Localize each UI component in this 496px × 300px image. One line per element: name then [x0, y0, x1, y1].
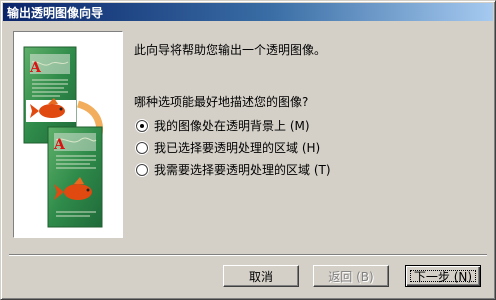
front-page-icon: A — [47, 126, 103, 228]
option-area-selected[interactable]: 我已选择要透明处理的区域 (H) — [136, 139, 320, 156]
back-page-letter: A — [29, 60, 42, 76]
window-title: 输出透明图像向导 — [7, 5, 104, 20]
goldfish-icon-back — [26, 98, 76, 122]
wizard-content: A A 此向导将帮助您输出一个透明图像。 哪种选项能最好地描述您的图像? 我的图… — [3, 21, 493, 255]
front-page-letter: A — [53, 137, 66, 153]
cancel-button[interactable]: 取消 — [223, 265, 299, 287]
transparency-illustration-graphic: A A — [23, 46, 103, 228]
option-label: 我需要选择要透明处理的区域 (T) — [154, 163, 331, 177]
separator — [9, 254, 487, 256]
radio-button[interactable] — [136, 141, 148, 154]
radio-button[interactable] — [136, 119, 148, 132]
focus-indicator — [410, 270, 476, 282]
title-bar[interactable]: 输出透明图像向导 — [3, 3, 493, 21]
option-label: 我的图像处在透明背景上 (M) — [154, 119, 310, 133]
radio-selected-dot — [140, 123, 144, 128]
option-need-select-area[interactable]: 我需要选择要透明处理的区域 (T) — [136, 161, 331, 178]
wizard-illustration: A A — [13, 31, 123, 238]
next-button[interactable]: 下一步 (N) — [405, 265, 481, 287]
intro-text: 此向导将帮助您输出一个透明图像。 — [134, 43, 327, 57]
back-button[interactable]: 返回 (B) — [313, 265, 389, 287]
option-transparent-background[interactable]: 我的图像处在透明背景上 (M) — [136, 117, 310, 134]
question-text: 哪种选项能最好地描述您的图像? — [134, 95, 309, 109]
transparency-wizard-dialog: 输出透明图像向导 A A 此向导将帮助您输出一个透明图像。 哪种选项能最好地描述… — [0, 0, 496, 300]
radio-button[interactable] — [136, 163, 148, 176]
option-label: 我已选择要透明处理的区域 (H) — [154, 141, 321, 155]
